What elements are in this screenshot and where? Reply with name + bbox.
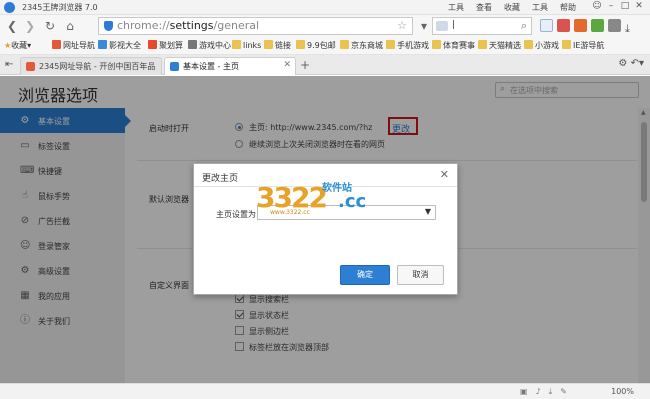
download-icon[interactable]: ⤓ [549, 387, 553, 396]
browser-logo-icon [4, 2, 15, 13]
game-icon[interactable] [557, 19, 570, 32]
search-input[interactable]: | [452, 20, 455, 30]
chevron-down-icon[interactable]: ▼ [425, 207, 431, 216]
skin-icon[interactable]: ☺ [590, 1, 604, 11]
site-icon [52, 40, 61, 49]
menu-tools-2[interactable]: 工具 [532, 3, 548, 12]
game-icon [188, 40, 197, 49]
grid-icon[interactable] [540, 19, 553, 32]
menu-bar: 工具 查看 收藏 工具 帮助 [448, 2, 588, 13]
tool-icon[interactable] [591, 19, 604, 32]
undo-icon[interactable]: ↶ [631, 58, 639, 69]
folder-icon [524, 40, 533, 49]
title-bar: 2345王牌浏览器 7.0 工具 查看 收藏 工具 帮助 ☺ – □ ✕ [0, 0, 650, 15]
search-icon[interactable]: ⌕ [521, 19, 527, 33]
status-bar: ▣ ♪ ⤓ ✎ 100% [0, 383, 650, 399]
bookmark-item[interactable]: 京东商城 [340, 40, 383, 51]
tab-bar: ⇤ 2345网址导航 - 开创中国百年品 基本设置 - 主页 ✕ + ⚙ ↶▾ [0, 55, 650, 75]
status-icons: ▣ ♪ ⤓ ✎ [520, 387, 575, 397]
folder-icon [264, 40, 273, 49]
screenshot-icon[interactable]: ▣ [520, 387, 528, 396]
bookmark-item[interactable]: 游戏中心 [188, 40, 231, 51]
bookmark-item[interactable]: 手机游戏 [386, 40, 429, 51]
download-icon[interactable]: ⤓ [625, 22, 638, 35]
watermark-domain: .cc [338, 191, 367, 212]
bookmark-star-icon[interactable]: ☆ [397, 19, 407, 32]
bookmark-item[interactable]: 网址导航 [52, 40, 95, 51]
homepage-field-label: 主页设置为 [216, 210, 256, 219]
menu-help[interactable]: 帮助 [560, 3, 576, 12]
ok-button[interactable]: 确定 [340, 265, 390, 285]
settings-favicon-icon [170, 62, 179, 71]
video-icon [98, 40, 107, 49]
watermark-url: www.3322.cc [270, 209, 310, 216]
folder-icon [562, 40, 571, 49]
tab-settings[interactable]: 基本设置 - 主页 ✕ [164, 57, 296, 75]
tab-tools: ⚙ ↶▾ [618, 58, 644, 69]
watermark-logo: 3322 软件站 .cc www.3322.cc [254, 179, 398, 223]
dialog-title: 更改主页 [202, 174, 239, 184]
deal-icon [148, 40, 157, 49]
menu-view[interactable]: 查看 [476, 3, 492, 12]
maximize-icon[interactable]: □ [618, 1, 632, 11]
cancel-button[interactable]: 取消 [397, 265, 444, 285]
menu-tools[interactable]: 工具 [448, 3, 464, 12]
folder-icon [386, 40, 395, 49]
menu-favorites[interactable]: 收藏 [504, 3, 520, 12]
address-bar[interactable]: chrome://settings/general ☆ [98, 17, 413, 35]
folder-icon [232, 40, 241, 49]
minimize-icon[interactable]: – [604, 1, 618, 11]
clean-icon[interactable]: ✎ [560, 387, 567, 396]
dropdown-icon[interactable]: ▾ [416, 18, 432, 34]
bookmark-item[interactable]: 小游戏 [524, 40, 559, 51]
forward-icon[interactable]: ❯ [22, 18, 38, 34]
menu-icon[interactable] [608, 19, 621, 32]
tab-navigation[interactable]: 2345网址导航 - 开创中国百年品 [20, 57, 162, 75]
toolbar-icons: ⤓ [540, 19, 642, 35]
bookmark-item[interactable]: 聚划算 [148, 40, 183, 51]
bookmark-item[interactable]: 9.9包邮 [296, 40, 336, 51]
back-icon[interactable]: ❮ [4, 18, 20, 34]
close-tab-icon[interactable]: ✕ [283, 60, 291, 70]
bookmark-item[interactable]: 影视大全 [98, 40, 141, 51]
bookmark-favorites[interactable]: ★收藏▾ [4, 40, 31, 51]
dialog-close-icon[interactable]: ✕ [440, 168, 449, 181]
folder-icon [340, 40, 349, 49]
navigation-bar: ❮ ❯ ↻ ⌂ chrome://settings/general ☆ ▾ | … [0, 15, 650, 37]
address-text: chrome://settings/general [117, 19, 260, 32]
bookmark-item[interactable]: 天猫精选 [478, 40, 521, 51]
restore-icon[interactable]: ⚙ [618, 58, 627, 69]
folder-icon [478, 40, 487, 49]
home-icon[interactable]: ⌂ [62, 18, 78, 34]
new-tab-icon[interactable]: + [300, 58, 310, 72]
bookmark-item[interactable]: IE游导航 [562, 40, 604, 51]
sound-icon[interactable]: ♪ [536, 387, 541, 396]
shield-icon [104, 21, 113, 31]
tab-list-icon[interactable]: ⇤ [5, 59, 13, 70]
bookmark-item[interactable]: 链接 [264, 40, 291, 51]
favicon-icon [26, 62, 35, 71]
folder-icon [432, 40, 441, 49]
search-engine-icon[interactable] [436, 21, 448, 31]
search-box[interactable]: | ⌕ [432, 17, 532, 35]
reload-icon[interactable]: ↻ [42, 18, 58, 34]
window-title: 2345王牌浏览器 7.0 [22, 3, 98, 12]
bookmark-item[interactable]: 体育赛事 [432, 40, 475, 51]
bookmarks-bar: ★收藏▾ 网址导航 影视大全 聚划算 游戏中心 links 链接 9.9包邮 京… [0, 37, 650, 55]
zoom-level[interactable]: 100% [611, 387, 634, 396]
folder-icon [296, 40, 305, 49]
bookmark-item[interactable]: links [232, 40, 261, 50]
close-window-icon[interactable]: ✕ [632, 1, 646, 11]
mail-icon[interactable] [574, 19, 587, 32]
window-controls: ☺ – □ ✕ [590, 1, 646, 11]
